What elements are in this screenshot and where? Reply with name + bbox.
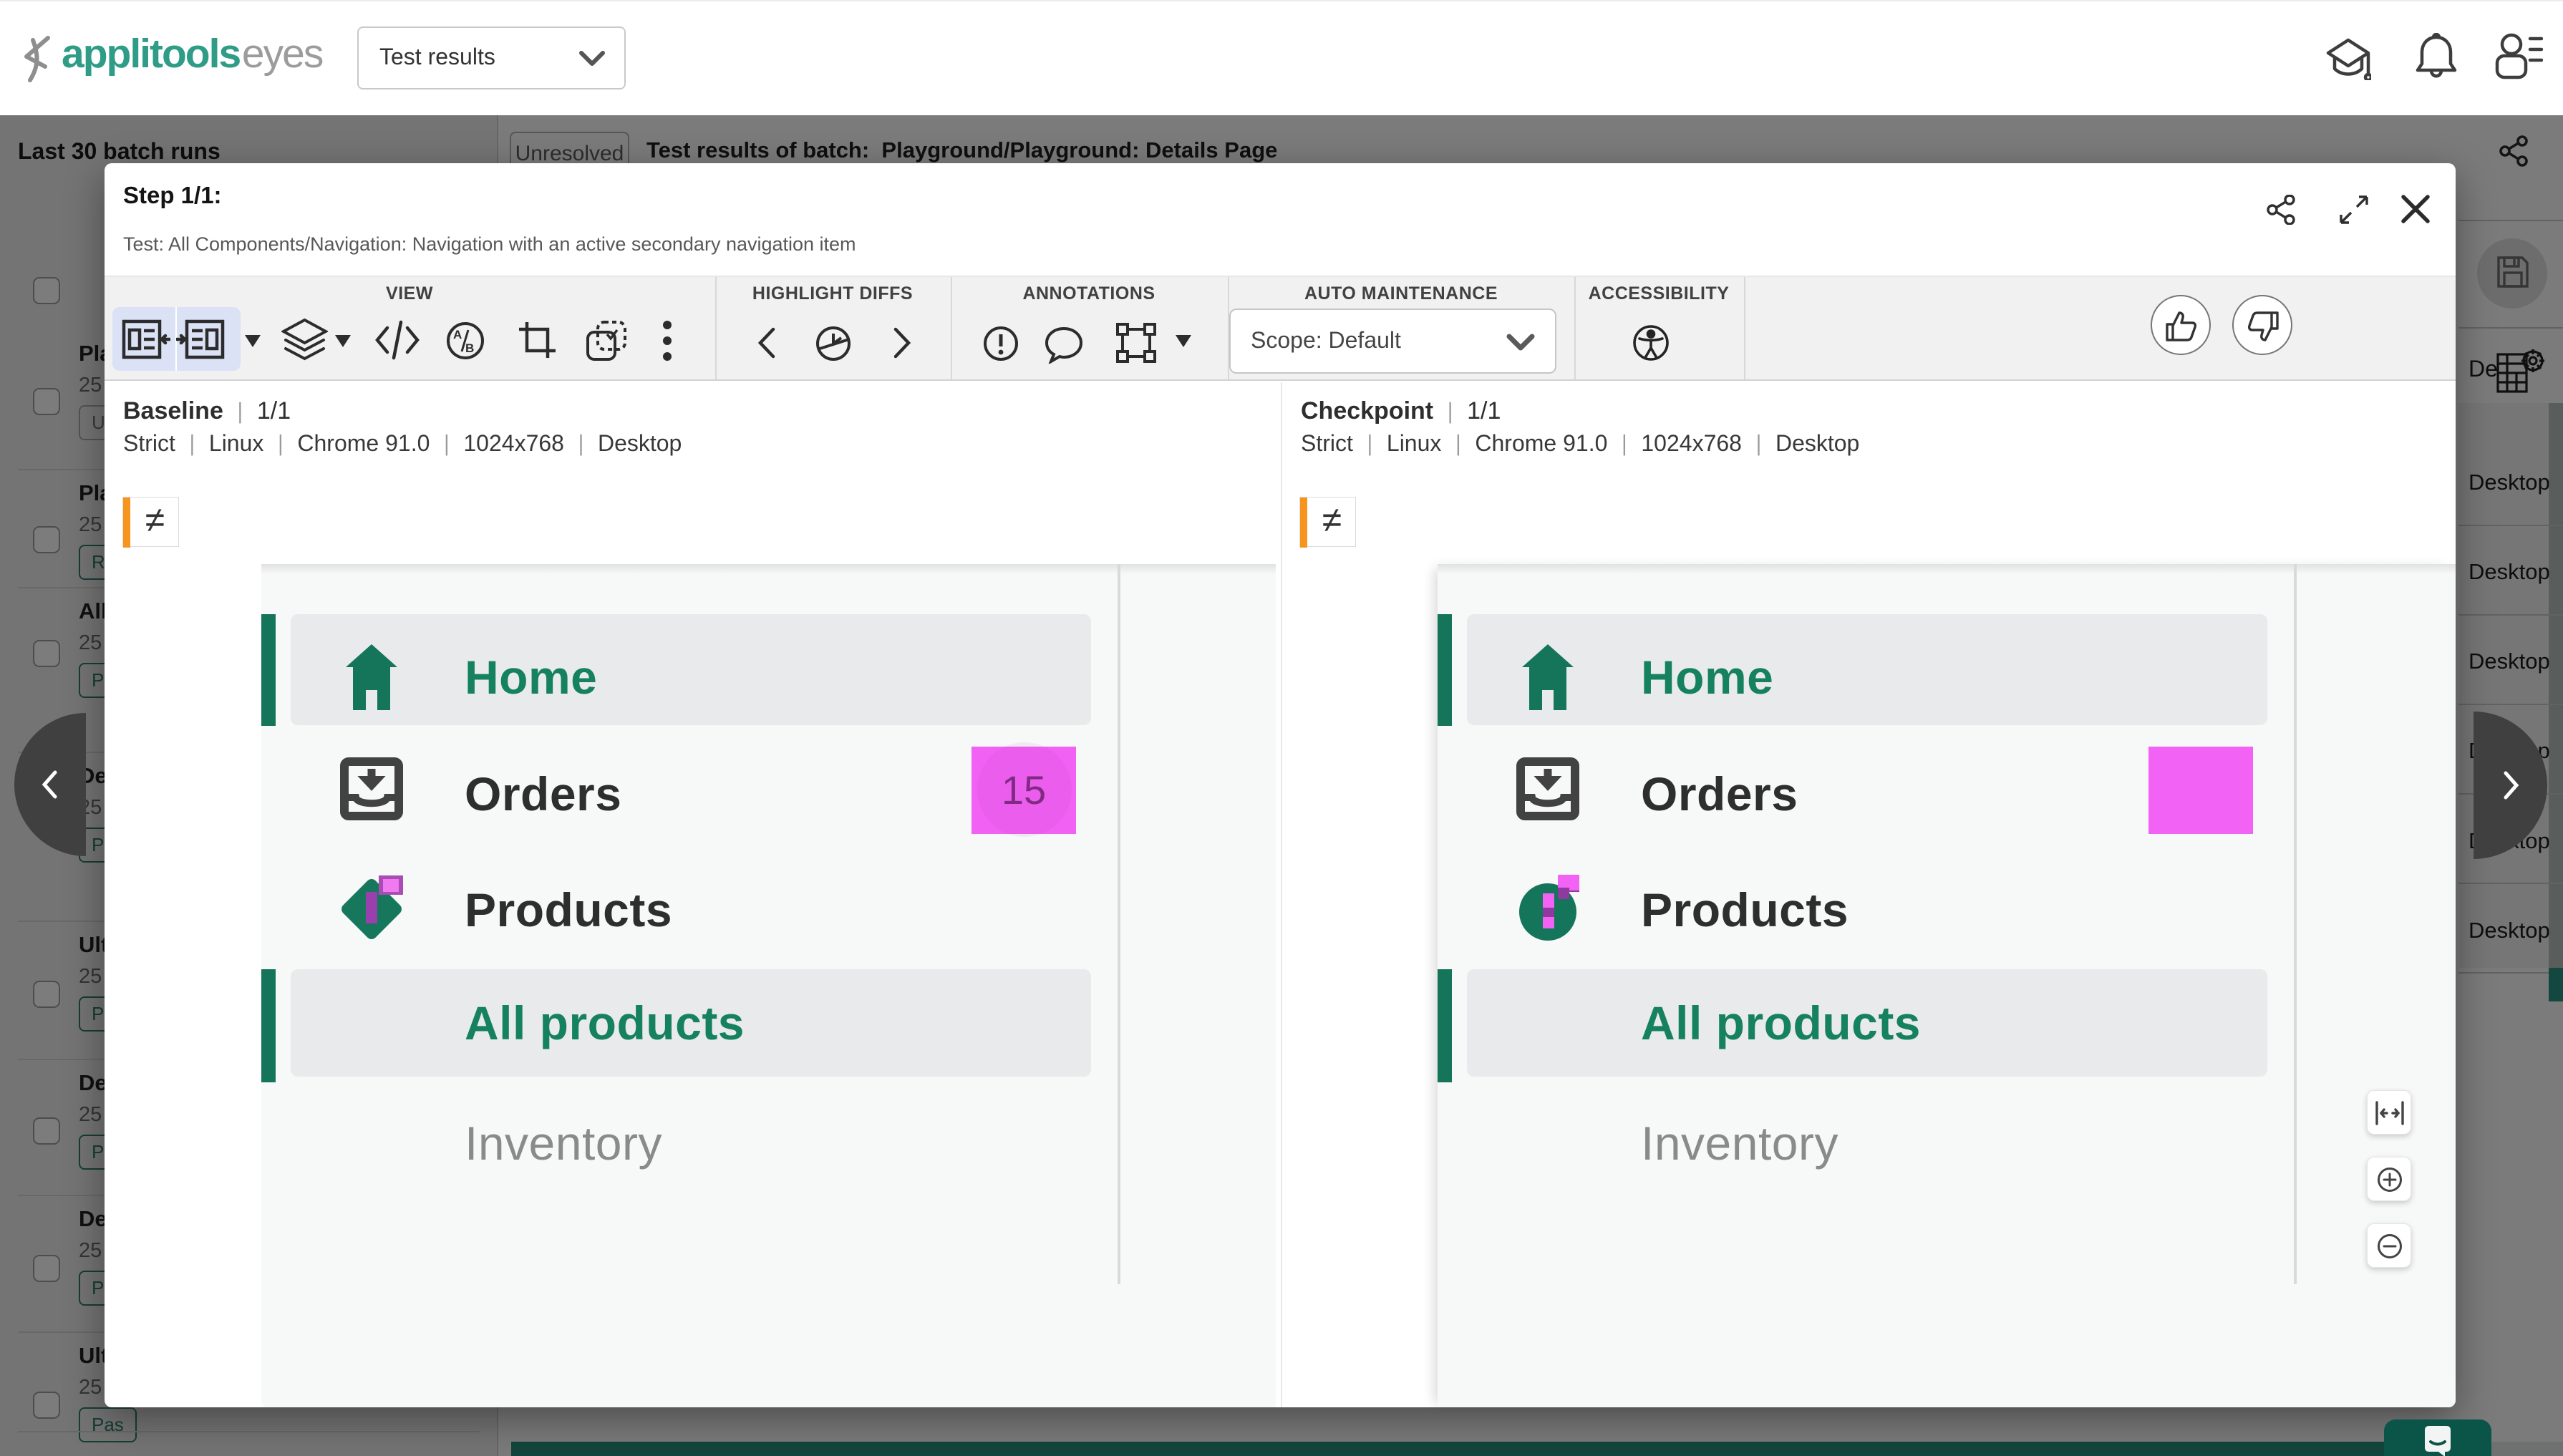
svg-text:B: B: [465, 341, 474, 355]
svg-text:A: A: [453, 328, 462, 341]
